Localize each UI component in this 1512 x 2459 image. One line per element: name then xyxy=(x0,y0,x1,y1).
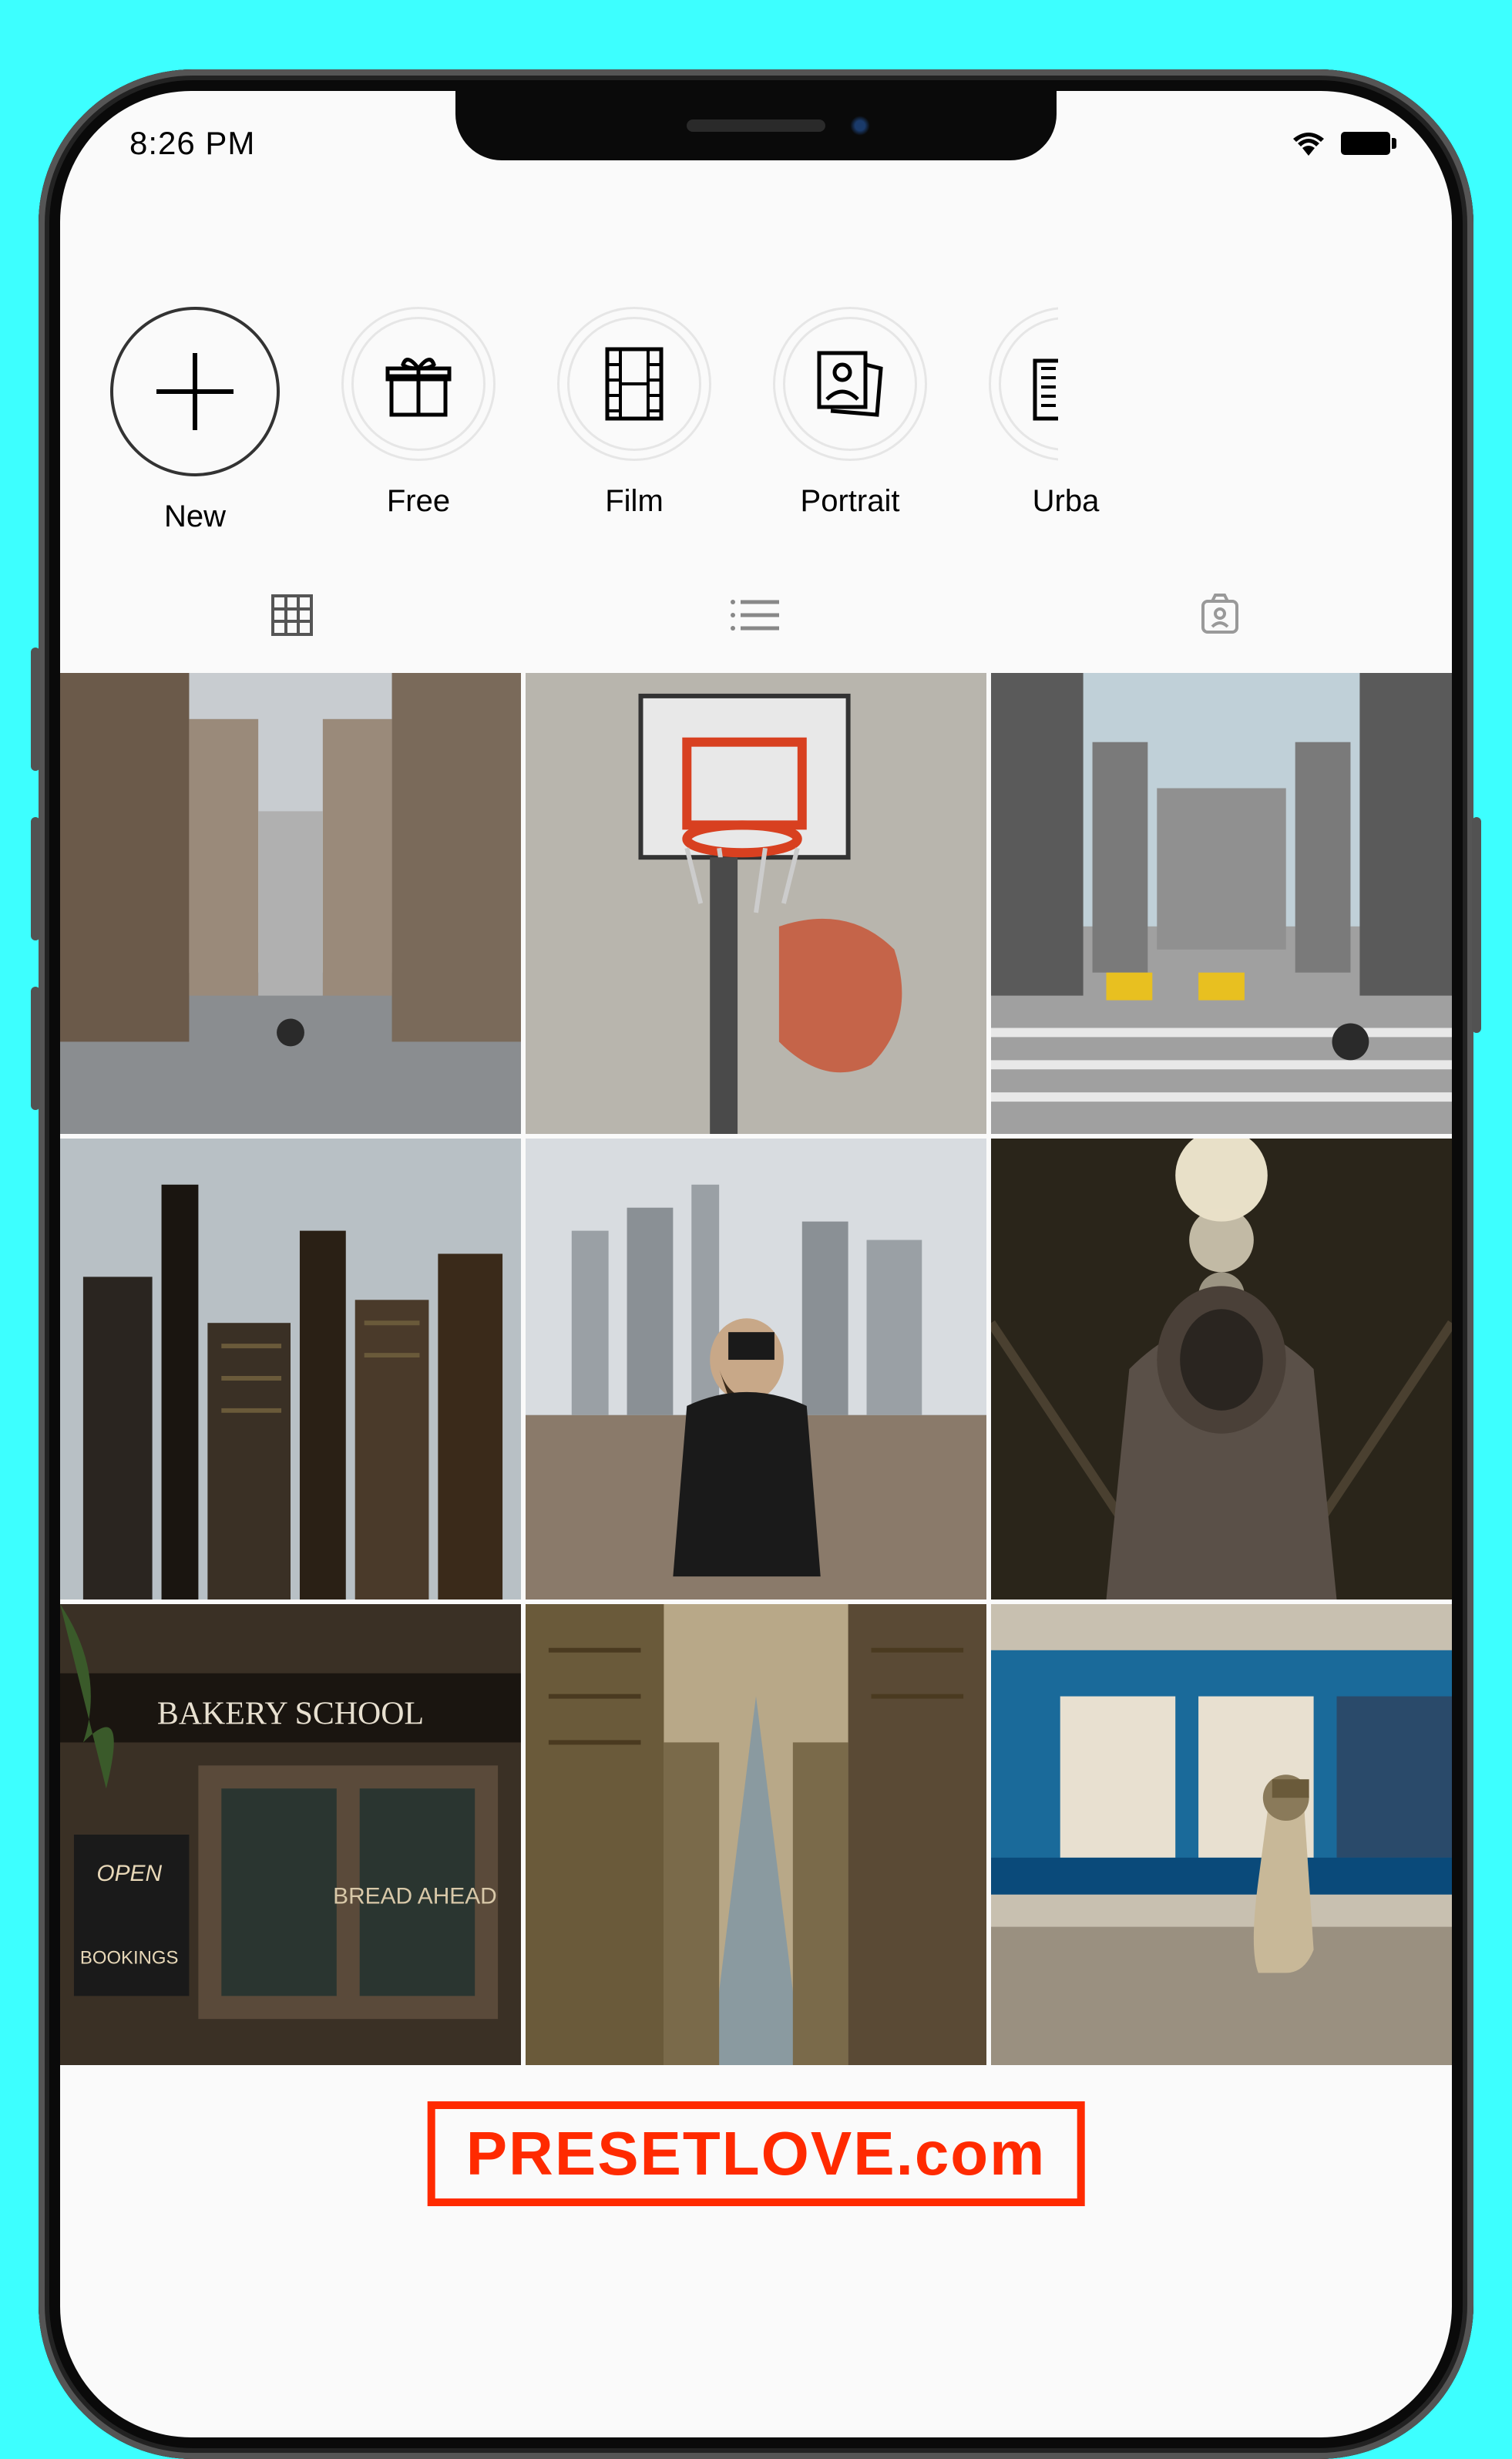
phone-screen: 8:26 PM New Free xyxy=(60,91,1452,2437)
svg-text:BOOKINGS: BOOKINGS xyxy=(80,1947,179,1968)
feed-tabs xyxy=(60,565,1452,673)
thumb-city-avenue[interactable] xyxy=(991,673,1452,1134)
grid-view-icon xyxy=(269,592,315,638)
new-highlight[interactable]: New xyxy=(110,307,280,534)
thumb-bakery-shop[interactable]: BAKERY SCHOOL BREAD AHEAD OPEN BOOKINGS xyxy=(60,1604,521,2065)
highlight-label: New xyxy=(164,500,226,534)
highlight-label: Free xyxy=(387,484,450,519)
phone-notch xyxy=(455,91,1057,160)
svg-text:BAKERY SCHOOL: BAKERY SCHOOL xyxy=(157,1696,424,1731)
battery-icon xyxy=(1341,132,1390,155)
film-highlight[interactable]: Film xyxy=(557,307,711,534)
wifi-icon xyxy=(1292,131,1326,156)
plus-icon xyxy=(110,307,280,476)
tagged-view-icon xyxy=(1197,592,1243,638)
thumb-basketball-hoop[interactable] xyxy=(526,673,986,1134)
phone-device-frame: 8:26 PM New Free xyxy=(39,69,1473,2459)
gift-icon xyxy=(341,307,496,461)
svg-text:OPEN: OPEN xyxy=(96,1861,162,1886)
watermark-badge: PRESETLOVE.com xyxy=(428,2101,1085,2206)
thumb-downtown-view[interactable] xyxy=(526,1604,986,2065)
speaker-grille xyxy=(687,119,825,132)
thumb-city-street-1[interactable] xyxy=(60,673,521,1134)
urban-highlight[interactable]: Urba xyxy=(989,307,1143,534)
portrait-highlight[interactable]: Portrait xyxy=(773,307,927,534)
thumb-hooded-figure[interactable] xyxy=(991,1139,1452,1600)
tagged-view-tab[interactable] xyxy=(988,588,1452,642)
highlight-label: Portrait xyxy=(801,484,900,519)
grid-view-tab[interactable] xyxy=(60,588,524,642)
highlights-row[interactable]: New Free Film Portrait xyxy=(60,176,1452,565)
buildings-icon xyxy=(989,307,1143,461)
thumb-train-station[interactable] xyxy=(991,1604,1452,2065)
thumb-skyline-dark[interactable] xyxy=(60,1139,521,1600)
thumb-man-skyline[interactable] xyxy=(526,1139,986,1600)
portrait-icon xyxy=(773,307,927,461)
front-camera xyxy=(848,114,872,137)
status-icons xyxy=(1292,131,1390,156)
list-view-icon xyxy=(729,596,783,634)
film-icon xyxy=(557,307,711,461)
status-time: 8:26 PM xyxy=(129,125,255,162)
free-highlight[interactable]: Free xyxy=(341,307,496,534)
highlight-label: Film xyxy=(605,484,664,519)
feed-grid[interactable]: BAKERY SCHOOL BREAD AHEAD OPEN BOOKINGS xyxy=(60,673,1452,2065)
highlight-label: Urba xyxy=(1033,484,1100,519)
list-view-tab[interactable] xyxy=(524,588,988,642)
svg-text:BREAD AHEAD: BREAD AHEAD xyxy=(333,1884,497,1909)
